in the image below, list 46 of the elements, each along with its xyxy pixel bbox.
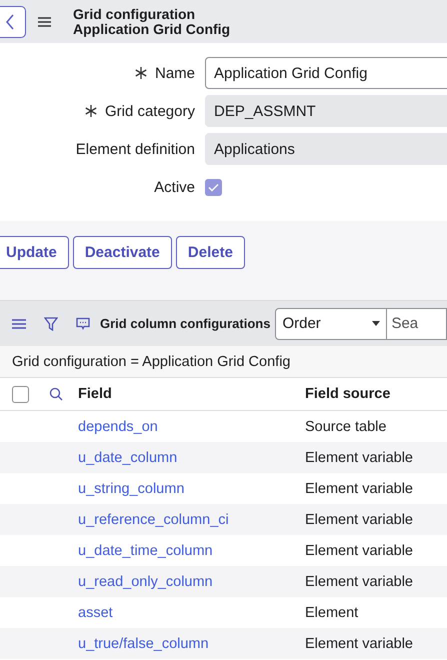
table-cell-text: Element variable	[305, 636, 414, 652]
menu-icon[interactable]	[38, 16, 51, 26]
action-button[interactable]: Deactivate	[72, 236, 172, 269]
field-label: Active	[154, 178, 195, 196]
select-all-checkbox[interactable]	[12, 386, 29, 402]
readonly-field[interactable]: Applications	[205, 133, 447, 165]
search-icon[interactable]	[49, 387, 63, 401]
field-link[interactable]: u_date_time_column	[78, 542, 305, 558]
input-field[interactable]: Application Grid Config	[205, 57, 447, 89]
field-link[interactable]: u_true/false_column	[78, 636, 305, 652]
table-cell-text: Element variable	[305, 512, 414, 528]
table-cell-text: Element variable	[305, 542, 414, 558]
required-icon	[84, 105, 97, 117]
field-label: Element definition	[76, 140, 195, 158]
record-title: Application Grid Config	[73, 22, 230, 36]
record-type-title: Grid configuration	[73, 6, 196, 22]
filter-icon[interactable]	[44, 316, 58, 330]
field-link[interactable]: depends_on	[78, 418, 305, 434]
table-cell-text: Element variable	[305, 480, 414, 496]
action-button[interactable]: Update	[0, 236, 69, 269]
menu-icon[interactable]	[12, 316, 26, 330]
field-link[interactable]: asset	[78, 604, 305, 620]
field-label: Grid category	[104, 102, 195, 120]
list-title: Grid column configurations	[100, 316, 270, 331]
chevron-left-icon	[5, 14, 15, 30]
column-header[interactable]: Field	[78, 386, 305, 402]
table-cell-text: Element	[305, 604, 360, 620]
table-cell-text: Element variable	[305, 450, 414, 466]
field-link[interactable]: u_date_column	[78, 450, 305, 466]
search-field[interactable]: Sea	[387, 308, 447, 340]
sort-dropdown[interactable]: Order	[275, 308, 388, 340]
caret-icon	[372, 321, 380, 326]
back-button[interactable]	[0, 6, 26, 38]
field-link[interactable]: u_string_column	[78, 480, 305, 496]
field-link[interactable]: u_read_only_column	[78, 574, 305, 590]
action-button[interactable]: Delete	[176, 236, 245, 269]
chat-icon[interactable]	[76, 316, 90, 330]
table-cell-text: Element variable	[305, 574, 414, 590]
check-icon	[208, 182, 219, 192]
required-icon	[134, 67, 147, 79]
column-header[interactable]: Field source	[305, 386, 447, 402]
field-link[interactable]: u_reference_column_ci	[78, 512, 305, 528]
field-label: Name	[154, 64, 195, 82]
readonly-field[interactable]: DEP_ASSMNT	[205, 95, 447, 127]
active-checkbox[interactable]	[205, 178, 222, 196]
table-cell-text: Source table	[305, 418, 388, 434]
